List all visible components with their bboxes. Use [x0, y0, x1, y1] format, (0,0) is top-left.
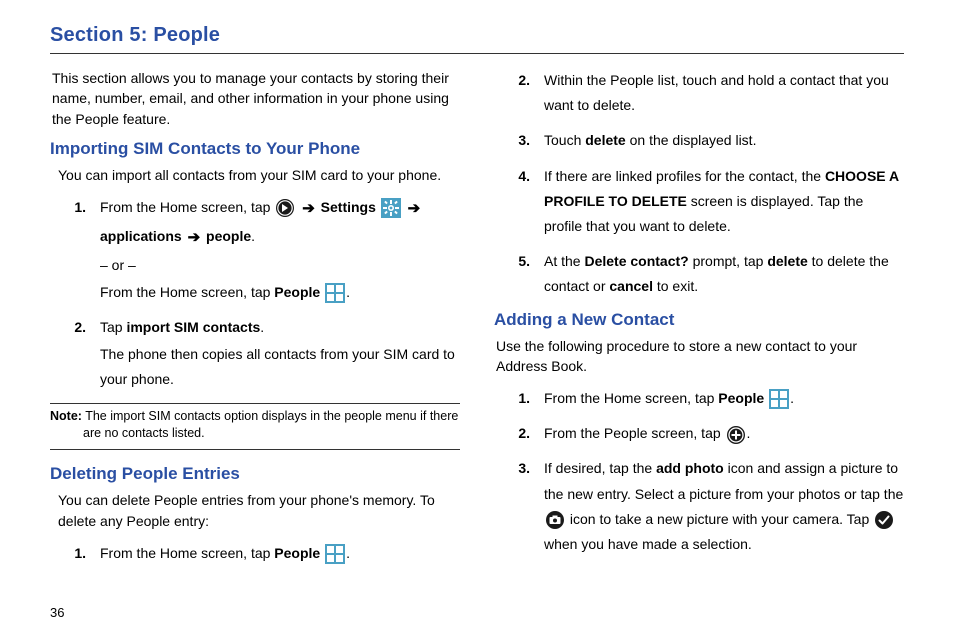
deleting-title: Deleting People Entries [50, 464, 460, 484]
import-step-1: 1. From the Home screen, tap ➔ Settings [70, 195, 460, 305]
settings-label: Settings [321, 199, 376, 215]
text: . [260, 319, 264, 335]
delete-contact-label: Delete contact? [584, 253, 688, 269]
delete-step-1: 1. From the Home screen, tap People . [70, 541, 460, 566]
delete-step-4: 4. If there are linked profiles for the … [514, 164, 904, 240]
step-text: From the Home screen, tap People . [544, 386, 904, 411]
people-label: People [274, 284, 320, 300]
delete-label: delete [767, 253, 807, 269]
left-column: This section allows you to manage your c… [50, 68, 460, 576]
text: prompt, tap [689, 253, 768, 269]
step-text: From the Home screen, tap ➔ Settings ➔ [100, 195, 460, 305]
add-step-2: 2. From the People screen, tap . [514, 421, 904, 446]
text: From the People screen, tap [544, 425, 725, 441]
note-text: The import SIM contacts option displays … [83, 409, 458, 441]
add-step-3: 3. If desired, tap the add photo icon an… [514, 456, 904, 557]
delete-step-3: 3. Touch delete on the displayed list. [514, 128, 904, 153]
step-number: 1. [70, 541, 86, 566]
deleting-lead: You can delete People entries from your … [58, 490, 460, 533]
step-text: Touch delete on the displayed list. [544, 128, 904, 153]
delete-step-5: 5. At the Delete contact? prompt, tap de… [514, 249, 904, 299]
text: when you have made a selection. [544, 536, 752, 552]
text: At the [544, 253, 584, 269]
note-label: Note: [50, 409, 82, 423]
text: If desired, tap the [544, 460, 656, 476]
step-number: 3. [514, 456, 530, 481]
text: From the Home screen, tap [100, 545, 274, 561]
step-extra: The phone then copies all contacts from … [100, 342, 460, 392]
cancel-label: cancel [609, 278, 653, 294]
page-number: 36 [50, 605, 64, 620]
importing-title: Importing SIM Contacts to Your Phone [50, 139, 460, 159]
arrow-icon: ➔ [188, 224, 201, 251]
step-number: 2. [514, 421, 530, 446]
text: on the displayed list. [626, 132, 757, 148]
step-number: 2. [70, 315, 86, 340]
step-text: From the Home screen, tap People . [100, 541, 460, 566]
step-number: 1. [70, 195, 86, 220]
note-rule-bottom [50, 449, 460, 450]
text: If there are linked profiles for the con… [544, 168, 825, 184]
add-step-1: 1. From the Home screen, tap People . [514, 386, 904, 411]
camera-circle-icon [545, 510, 565, 530]
text: Touch [544, 132, 585, 148]
delete-step-2: 2. Within the People list, touch and hol… [514, 68, 904, 118]
adding-title: Adding a New Contact [494, 310, 904, 330]
text: icon to take a new picture with your cam… [570, 511, 873, 527]
note: Note: The import SIM contacts option dis… [50, 408, 460, 443]
importing-lead: You can import all contacts from your SI… [58, 165, 460, 187]
import-sim-label: import SIM contacts [126, 319, 260, 335]
arrow-icon: ➔ [408, 195, 421, 222]
step-text: If desired, tap the add photo icon and a… [544, 456, 904, 557]
note-rule-top [50, 403, 460, 404]
people-label: people [206, 228, 251, 244]
columns: This section allows you to manage your c… [50, 68, 904, 576]
step-number: 1. [514, 386, 530, 411]
check-circle-icon [874, 510, 894, 530]
people-tile-icon [769, 389, 789, 409]
adding-lead: Use the following procedure to store a n… [496, 336, 904, 377]
step-text: Tap import SIM contacts. The phone then … [100, 315, 460, 393]
people-label: People [718, 390, 764, 406]
arrow-circle-icon [275, 198, 295, 218]
or-text: – or – [100, 253, 460, 278]
arrow-icon: ➔ [302, 195, 315, 222]
title-rule [50, 53, 904, 54]
gear-icon [381, 198, 401, 218]
people-tile-icon [325, 283, 345, 303]
text: Tap [100, 319, 126, 335]
step-text: Within the People list, touch and hold a… [544, 68, 904, 118]
step-text: At the Delete contact? prompt, tap delet… [544, 249, 904, 299]
applications-label: applications [100, 228, 182, 244]
plus-circle-icon [726, 425, 746, 445]
delete-label: delete [585, 132, 625, 148]
add-photo-label: add photo [656, 460, 724, 476]
step-number: 2. [514, 68, 530, 93]
step-text: If there are linked profiles for the con… [544, 164, 904, 240]
import-step-2: 2. Tap import SIM contacts. The phone th… [70, 315, 460, 393]
section-title: Section 5: People [50, 24, 904, 47]
step-number: 5. [514, 249, 530, 274]
intro-text: This section allows you to manage your c… [52, 68, 460, 129]
text: to exit. [653, 278, 698, 294]
people-tile-icon [325, 544, 345, 564]
step-text: From the People screen, tap . [544, 421, 904, 446]
text: From the Home screen, tap [100, 199, 274, 215]
step-number: 4. [514, 164, 530, 189]
people-label: People [274, 545, 320, 561]
right-column: 2. Within the People list, touch and hol… [494, 68, 904, 576]
step-number: 3. [514, 128, 530, 153]
text: From the Home screen, tap [544, 390, 718, 406]
page: Section 5: People This section allows yo… [0, 0, 954, 636]
alt-text: From the Home screen, tap [100, 284, 274, 300]
